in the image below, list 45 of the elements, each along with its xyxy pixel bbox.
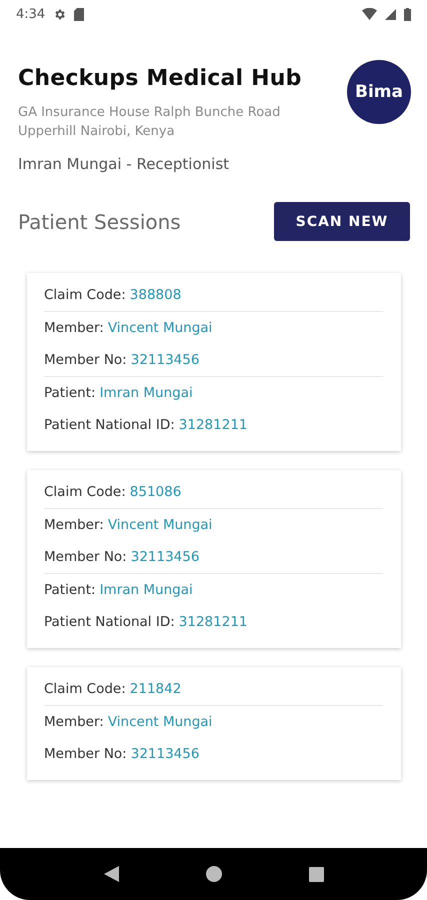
field-label: Patient: [44,385,96,401]
session-card[interactable]: Claim Code: 851086 Member: Vincent Mungai Member No: 32113456 Patient: Imran Mungai Patient National ID: 31281211 [27,470,401,648]
field-label: Patient National ID: [44,614,175,630]
field-label: Claim Code: [44,484,126,500]
field-label: Member No: [44,352,127,368]
field-value: 211842 [130,681,182,697]
field-value: 31281211 [178,417,248,433]
field-value: 388808 [130,287,182,303]
address-line: GA Insurance House Ralph Bunche Road [18,104,282,122]
field-value: 32113456 [130,352,200,368]
field-value: 32113456 [130,549,200,565]
field-label: Member: [44,714,104,730]
back-icon[interactable] [104,866,118,882]
section-heading: Patient Sessions [18,210,181,234]
field-value: Vincent Mungai [108,714,212,730]
logo: Bima [347,60,411,124]
sd-card-icon [74,8,84,20]
battery-icon [404,8,411,20]
field-label: Patient: [44,582,96,598]
field-value: 851086 [130,484,182,500]
field-label: Member: [44,320,104,336]
address-line: Upperhill Nairobi, Kenya [18,123,176,141]
home-icon[interactable] [206,866,222,882]
signal-icon [385,8,396,20]
field-value: 31281211 [178,614,248,630]
field-label: Claim Code: [44,287,126,303]
field-label: Member No: [44,549,127,565]
field-value: 32113456 [130,746,200,762]
wifi-icon [362,8,377,20]
field-value: Imran Mungai [100,582,193,598]
gear-icon [53,8,66,20]
field-label: Claim Code: [44,681,126,697]
field-value: Vincent Mungai [108,517,212,533]
field-value: Vincent Mungai [108,320,212,336]
field-label: Patient National ID: [44,417,175,433]
clinic-name: Checkups Medical Hub [18,66,303,91]
user-role: Imran Mungai - Receptionist [18,155,230,173]
session-card[interactable]: Claim Code: 388808 Member: Vincent Mungai Member No: 32113456 Patient: Imran Mungai Patient National ID: 31281211 [27,273,401,451]
field-value: Imran Mungai [100,385,193,401]
recents-icon[interactable] [308,866,324,882]
scan-new-button[interactable]: SCAN NEW [274,202,410,241]
session-card[interactable]: Claim Code: 211842 Member: Vincent Mungai Member No: 32113456 [27,667,401,780]
field-label: Member: [44,517,104,533]
status-time: 4:34 [16,6,46,22]
field-label: Member No: [44,746,127,762]
